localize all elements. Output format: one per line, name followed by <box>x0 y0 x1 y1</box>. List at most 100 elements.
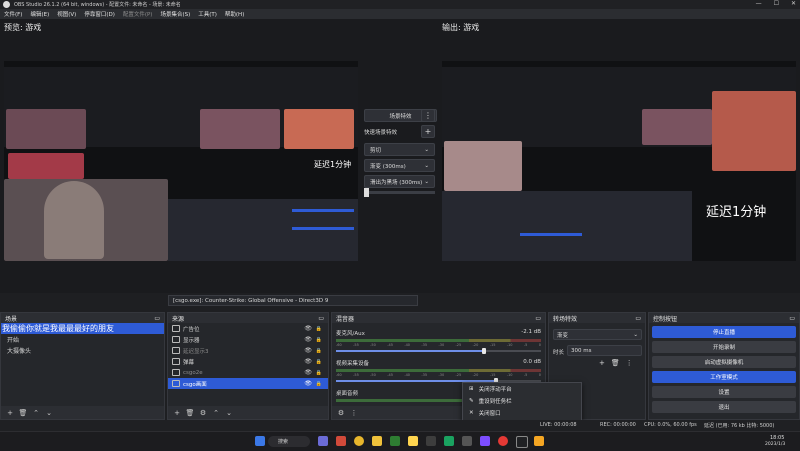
csgo-taskbar-icon[interactable] <box>534 436 544 446</box>
remove-transition-button[interactable]: 🗑 <box>611 359 620 367</box>
source-item[interactable]: 弹幕 👁 🔒 <box>168 356 328 367</box>
app-icon[interactable] <box>444 436 454 446</box>
folder-icon[interactable] <box>372 436 382 446</box>
transition-more-button[interactable]: ⋮ <box>421 109 435 122</box>
minimize-button[interactable]: — <box>756 0 762 7</box>
mixer-menu-button[interactable]: ⋮ <box>349 408 359 417</box>
source-item[interactable]: csgo画面 👁 🔒 <box>168 378 328 389</box>
search-label: 搜索 <box>278 439 289 445</box>
controls-title: 控制按钮 <box>653 315 678 323</box>
settings-button[interactable]: 设置 <box>652 386 796 398</box>
source-item[interactable]: csgo2e 👁 🔒 <box>168 367 328 378</box>
taskbar-search[interactable]: 搜索 <box>268 436 310 447</box>
controls-dock: 控制按钮 ▭ 停止直播 开始录制 启动虚拟摄像机 工作室模式 设置 退出 <box>648 312 800 420</box>
source-item[interactable]: 广告位 👁 🔒 <box>168 323 328 334</box>
app-icon[interactable] <box>408 436 418 446</box>
duration-value: 300 ms <box>571 347 592 354</box>
add-scene-button[interactable]: + <box>5 408 15 417</box>
lock-icon[interactable]: 🔒 <box>316 381 322 387</box>
undock-icon[interactable]: ▭ <box>635 315 641 322</box>
source-bar-text: [csgo.exe]: Counter-Strike: Global Offen… <box>173 297 329 304</box>
cut-transition-select[interactable]: 剪切 ⌄ <box>364 143 435 156</box>
menu-help[interactable]: 帮助(H) <box>225 10 244 18</box>
source-properties-button[interactable]: ⚙ <box>198 408 208 417</box>
start-virtual-camera-button[interactable]: 启动虚拟摄像机 <box>652 356 796 368</box>
remove-source-button[interactable]: 🗑 <box>185 408 195 417</box>
menu-tools[interactable]: 工具(T) <box>198 10 217 18</box>
visibility-icon[interactable]: 👁 <box>304 369 312 376</box>
remove-scene-button[interactable]: 🗑 <box>18 408 28 417</box>
visibility-icon[interactable]: 👁 <box>304 358 312 365</box>
t-bar-slider[interactable] <box>364 188 435 197</box>
stop-streaming-button[interactable]: 停止直播 <box>652 326 796 338</box>
undock-icon[interactable]: ▭ <box>154 315 160 322</box>
fade-transition-select[interactable]: 渐变 (300ms) ⌄ <box>364 159 435 172</box>
chrome-icon[interactable] <box>354 436 364 446</box>
start-recording-button[interactable]: 开始录制 <box>652 341 796 353</box>
lock-icon[interactable]: 🔒 <box>316 370 322 376</box>
current-source-bar[interactable]: [csgo.exe]: Counter-Strike: Global Offen… <box>168 295 418 306</box>
windows-start-icon[interactable] <box>255 436 265 446</box>
mixer-settings-button[interactable]: ⚙ <box>336 408 346 417</box>
obs-taskbar-icon[interactable] <box>516 436 528 448</box>
context-menu-item[interactable]: ✕ 关闭窗口 <box>463 407 581 419</box>
add-quick-transition-button[interactable]: + <box>421 125 435 138</box>
scenes-title: 场景 <box>5 315 18 323</box>
volume-slider[interactable] <box>336 348 541 354</box>
scene-item[interactable]: 我偷偷你就是我最最最好的朋友 <box>1 323 164 334</box>
exit-button[interactable]: 退出 <box>652 401 796 413</box>
source-up-button[interactable]: ⌃ <box>211 408 221 417</box>
quick-transitions-label: 快速场景特效 <box>364 130 398 136</box>
source-label: csgo画面 <box>183 381 207 388</box>
scene-down-button[interactable]: ⌄ <box>44 408 54 417</box>
lock-icon[interactable]: 🔒 <box>316 348 322 354</box>
lock-icon[interactable]: 🔒 <box>316 359 322 365</box>
undock-icon[interactable]: ▭ <box>789 315 795 322</box>
maximize-button[interactable]: ☐ <box>774 0 779 7</box>
undock-icon[interactable]: ▭ <box>318 315 324 322</box>
source-down-button[interactable]: ⌄ <box>224 408 234 417</box>
app-icon[interactable] <box>480 436 490 446</box>
app-icon[interactable] <box>426 436 436 446</box>
context-menu-item[interactable]: ⊞ 关闭浮动平台 <box>463 383 581 395</box>
source-item[interactable]: 延迟显示3 👁 🔒 <box>168 345 328 356</box>
menu-scene-collection[interactable]: 场景集合(S) <box>160 10 190 18</box>
visibility-icon[interactable]: 👁 <box>304 380 312 387</box>
menu-file[interactable]: 文件(F) <box>4 10 22 18</box>
context-menu-item[interactable]: ✎ 重设到任务栏 <box>463 395 581 407</box>
app-icon[interactable] <box>336 436 346 446</box>
visibility-icon[interactable]: 👁 <box>304 336 312 343</box>
swipe-transition-select[interactable]: 滑出为黑场 (300ms) ⌄ <box>364 175 435 188</box>
duration-input[interactable]: 300 ms <box>567 345 642 356</box>
add-source-button[interactable]: + <box>172 408 182 417</box>
scene-item[interactable]: 开始 <box>1 334 164 345</box>
studio-mode-button[interactable]: 工作室模式 <box>652 371 796 383</box>
lock-icon[interactable]: 🔒 <box>316 326 322 332</box>
visibility-icon[interactable]: 👁 <box>304 347 312 354</box>
window-title-bar: OBS Studio 26.1.2 (64 bit, windows) - 配置… <box>0 0 800 9</box>
menu-edit[interactable]: 编辑(E) <box>30 10 49 18</box>
scene-up-button[interactable]: ⌃ <box>31 408 41 417</box>
transition-menu-button[interactable]: ⋮ <box>626 359 633 367</box>
preview-canvas[interactable]: 延迟1分钟 <box>4 61 358 261</box>
channel-name: 视频采集设备 <box>336 361 370 367</box>
sources-title: 来源 <box>172 315 185 323</box>
menu-profile[interactable]: 配置文件(P) <box>123 10 153 18</box>
add-transition-button[interactable]: + <box>599 359 605 367</box>
visibility-icon[interactable]: 👁 <box>304 325 312 332</box>
undock-icon[interactable]: ▭ <box>535 315 541 322</box>
scene-item[interactable]: 大摄像头 <box>1 345 164 356</box>
lock-icon[interactable]: 🔒 <box>316 337 322 343</box>
close-button[interactable]: ✕ <box>791 0 796 7</box>
menu-view[interactable]: 视图(V) <box>57 10 76 18</box>
app-icon[interactable] <box>462 436 472 446</box>
source-item[interactable]: 显示器 👁 🔒 <box>168 334 328 345</box>
app-icon[interactable] <box>390 436 400 446</box>
clock-time: 18:05 <box>770 435 785 441</box>
transition-type-select[interactable]: 渐变 ⌄ <box>553 329 642 340</box>
app-icon[interactable] <box>498 436 508 446</box>
taskview-icon[interactable] <box>318 436 328 446</box>
menu-docks[interactable]: 停靠窗口(D) <box>84 10 115 18</box>
display-icon <box>172 336 180 343</box>
obs-logo-icon <box>3 1 10 8</box>
